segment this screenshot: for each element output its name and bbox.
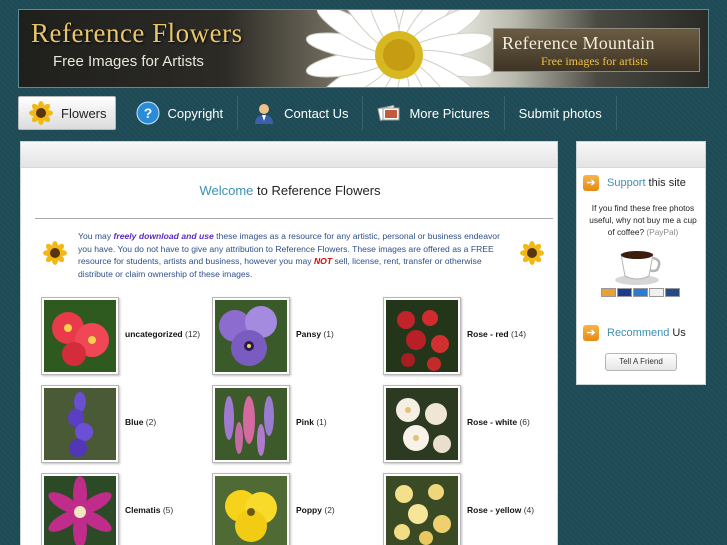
mountain-subtitle: Free images for artists	[541, 54, 648, 68]
category-label[interactable]: Rose - red (14)	[467, 329, 526, 339]
category-label[interactable]: Pink (1)	[296, 417, 327, 427]
support-heading: ➔ Support this site	[583, 174, 686, 192]
nav-contact[interactable]: Contact Us	[238, 96, 364, 130]
discover-icon	[649, 288, 664, 297]
bank-icon	[665, 288, 680, 297]
svg-text:?: ?	[143, 105, 152, 121]
recommend-heading: ➔ Recommend Us	[583, 324, 686, 342]
main-panel-header	[21, 142, 557, 168]
person-icon	[252, 101, 276, 125]
welcome-heading: Welcome to Reference Flowers	[199, 183, 381, 198]
category-thumbnail[interactable]	[212, 473, 290, 545]
category-label[interactable]: Poppy (2)	[296, 505, 335, 515]
divider	[35, 218, 553, 219]
site-title[interactable]: Reference Flowers	[31, 18, 243, 49]
category-item[interactable]: Rose - yellow (4)	[383, 473, 553, 545]
category-thumbnail[interactable]	[41, 473, 119, 545]
category-item[interactable]: Clematis (5)	[41, 473, 211, 545]
intro-text: You may freely download and use these im…	[78, 231, 500, 279]
main-nav: Flowers ? Copyright Contact Us More Pict…	[18, 96, 617, 132]
tell-a-friend-button[interactable]: Tell A Friend	[605, 353, 677, 371]
visa-icon	[617, 288, 632, 297]
category-item[interactable]: Poppy (2)	[212, 473, 382, 545]
nav-flowers[interactable]: Flowers	[18, 96, 116, 130]
sunflower-icon	[520, 241, 544, 265]
reference-mountain-link[interactable]: Reference Mountain Free images for artis…	[493, 28, 700, 72]
category-label[interactable]: uncategorized (12)	[125, 329, 200, 339]
mountain-title: Reference Mountain	[502, 33, 655, 53]
arrow-right-icon: ➔	[583, 325, 599, 341]
daisy-image	[305, 10, 493, 87]
nav-submit-photos-label: Submit photos	[518, 105, 602, 121]
category-item[interactable]: Pansy (1)	[212, 297, 382, 375]
nav-copyright[interactable]: ? Copyright	[122, 96, 239, 130]
category-thumbnail[interactable]	[383, 385, 461, 463]
help-icon: ?	[136, 101, 160, 125]
support-text: If you find these free photos useful, wh…	[589, 203, 697, 238]
nav-more-pictures-label: More Pictures	[409, 105, 490, 121]
category-thumbnail[interactable]	[41, 385, 119, 463]
sidebar-header	[577, 142, 705, 168]
category-item[interactable]: Blue (2)	[41, 385, 211, 463]
category-item[interactable]: Pink (1)	[212, 385, 382, 463]
category-label[interactable]: Clematis (5)	[125, 505, 173, 515]
arrow-right-icon: ➔	[583, 175, 599, 191]
category-thumbnail[interactable]	[212, 385, 290, 463]
nav-flowers-label: Flowers	[61, 105, 107, 121]
nav-submit-photos[interactable]: Submit photos	[505, 96, 617, 130]
header-banner: Reference Flowers Free Images for Artist…	[18, 9, 709, 88]
category-thumbnail[interactable]	[383, 473, 461, 545]
mastercard-icon	[601, 288, 616, 297]
category-label[interactable]: Pansy (1)	[296, 329, 334, 339]
category-thumbnail[interactable]	[383, 297, 461, 375]
nav-more-pictures[interactable]: More Pictures	[363, 96, 505, 130]
category-item[interactable]: uncategorized (12)	[41, 297, 211, 375]
sidebar: ➔ Support this site If you find these fre…	[576, 141, 706, 385]
main-panel: Welcome to Reference Flowers You may fre…	[20, 141, 558, 545]
sunflower-icon	[29, 101, 53, 125]
nav-copyright-label: Copyright	[167, 105, 224, 121]
category-label[interactable]: Rose - white (6)	[467, 417, 530, 427]
category-label[interactable]: Blue (2)	[125, 417, 156, 427]
category-item[interactable]: Rose - red (14)	[383, 297, 553, 375]
sunflower-icon	[43, 241, 67, 265]
photos-icon	[377, 101, 401, 125]
category-thumbnail[interactable]	[212, 297, 290, 375]
coffee-cup-icon[interactable]	[613, 244, 665, 286]
category-label[interactable]: Rose - yellow (4)	[467, 505, 534, 515]
site-subtitle: Free Images for Artists	[53, 53, 204, 70]
category-item[interactable]: Rose - white (6)	[383, 385, 553, 463]
category-thumbnail[interactable]	[41, 297, 119, 375]
payment-cards	[601, 288, 680, 297]
amex-icon	[633, 288, 648, 297]
nav-contact-label: Contact Us	[284, 105, 349, 121]
